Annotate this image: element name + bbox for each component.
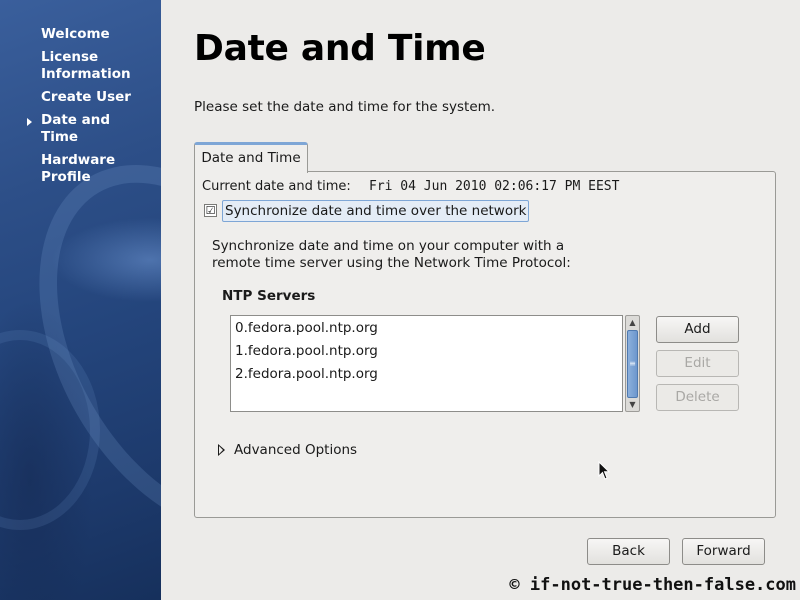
edit-server-button[interactable]: Edit — [656, 350, 739, 377]
current-time-label: Current date and time: — [202, 179, 351, 194]
sidebar-item-license-information: License Information — [0, 49, 140, 83]
sidebar-item-label: Date and Time — [41, 112, 111, 145]
forward-button[interactable]: Forward — [682, 538, 765, 565]
sidebar-item-label: Hardware Profile — [41, 152, 116, 185]
watermark: © if-not-true-then-false.com — [509, 575, 796, 595]
sidebar-item-hardware-profile: Hardware Profile — [0, 152, 120, 186]
list-item[interactable]: 1.fedora.pool.ntp.org — [231, 340, 622, 363]
ntp-servers-heading: NTP Servers — [222, 288, 316, 304]
sidebar-item-label: License Information — [41, 49, 131, 82]
scroll-thumb[interactable]: ≡ — [627, 330, 638, 398]
expander-arrow-icon[interactable] — [218, 444, 225, 456]
sidebar-item-date-and-time: Date and Time — [0, 112, 118, 146]
delete-server-button[interactable]: Delete — [656, 384, 739, 411]
sync-description: Synchronize date and time on your comput… — [212, 238, 571, 271]
current-step-arrow-icon — [27, 118, 32, 126]
list-item[interactable]: 2.fedora.pool.ntp.org — [231, 363, 622, 386]
sync-checkbox[interactable]: ☑ — [204, 204, 217, 217]
scroll-up-icon[interactable]: ▲ — [626, 316, 639, 329]
sync-checkbox-label[interactable]: Synchronize date and time over the netwo… — [222, 200, 530, 222]
sidebar-item-label: Create User — [41, 89, 131, 105]
ntp-server-list[interactable]: 0.fedora.pool.ntp.org 1.fedora.pool.ntp.… — [230, 315, 623, 412]
page-subtitle: Please set the date and time for the sys… — [194, 99, 496, 115]
current-time-value: Fri 04 Jun 2010 02:06:17 PM EEST — [369, 179, 620, 194]
add-server-button[interactable]: Add — [656, 316, 739, 343]
sidebar-item-create-user: Create User — [0, 89, 161, 106]
page-title: Date and Time — [194, 28, 486, 69]
sidebar: Welcome License Information Create User … — [0, 0, 161, 600]
scroll-down-icon[interactable]: ▼ — [626, 398, 639, 411]
mouse-pointer-icon — [598, 461, 610, 480]
ntp-list-scrollbar[interactable]: ▲ ≡ ▼ — [625, 315, 640, 412]
list-item[interactable]: 0.fedora.pool.ntp.org — [231, 317, 622, 340]
sidebar-item-label: Welcome — [41, 26, 110, 42]
sidebar-item-welcome: Welcome — [0, 26, 161, 43]
advanced-options-expander[interactable]: Advanced Options — [234, 442, 357, 458]
back-button[interactable]: Back — [587, 538, 670, 565]
sidebar-steps: Welcome License Information Create User … — [0, 26, 161, 192]
tab-date-and-time[interactable]: Date and Time — [194, 142, 308, 173]
